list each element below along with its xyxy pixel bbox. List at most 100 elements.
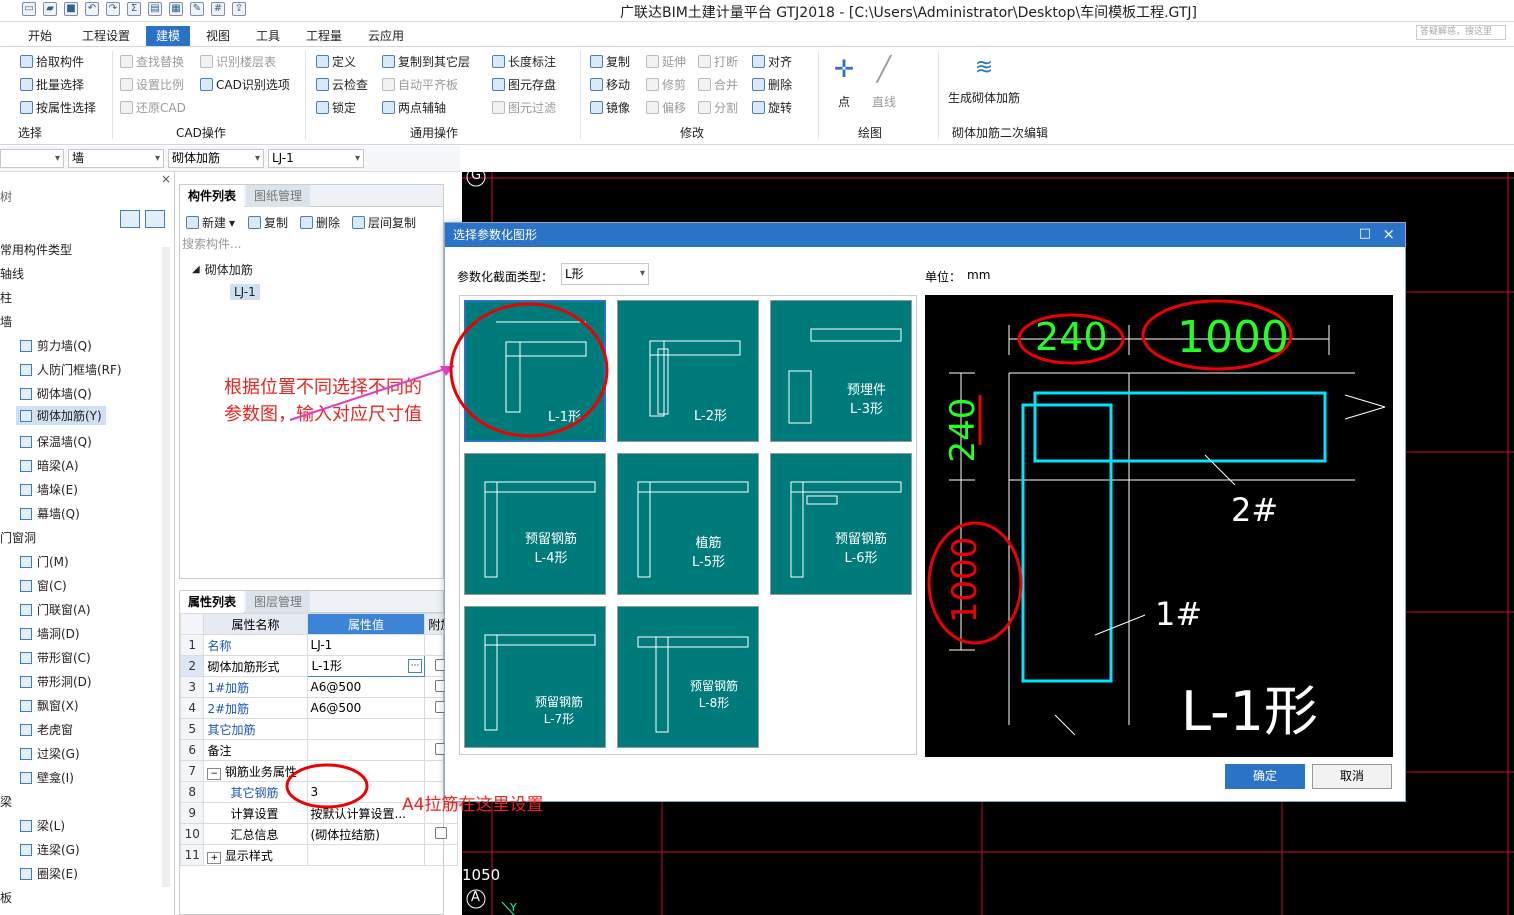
maximize-icon[interactable]: □ bbox=[1359, 226, 1371, 241]
tree-item-door-window[interactable]: 门联窗(A) bbox=[20, 601, 91, 618]
tab-view[interactable]: 视图 bbox=[196, 26, 240, 46]
new-file-icon[interactable]: ▭ bbox=[22, 2, 36, 16]
table-row[interactable]: 7− 钢筋业务属性 bbox=[179, 760, 458, 782]
delete-component-button[interactable]: 删除 bbox=[300, 214, 340, 231]
line-button[interactable]: ╱ 直线 bbox=[872, 55, 896, 110]
merge-button[interactable]: 合并 bbox=[698, 76, 738, 93]
common-group-label[interactable]: 通用操作 bbox=[410, 124, 458, 141]
component-search-input[interactable]: 搜索构件... bbox=[182, 235, 441, 253]
rotate-button[interactable]: 旋转 bbox=[752, 99, 792, 116]
tree-item-beam[interactable]: 梁(L) bbox=[20, 817, 65, 834]
tab-layer-management[interactable]: 图层管理 bbox=[246, 591, 311, 613]
shape-thumb-l2[interactable]: L-2形 bbox=[617, 300, 759, 442]
cloud-check-button[interactable]: 云检查 bbox=[316, 76, 368, 93]
select-by-property-button[interactable]: 按属性选择 bbox=[20, 99, 96, 116]
close-icon[interactable]: × bbox=[1382, 225, 1395, 243]
edit-icon[interactable]: ✎ bbox=[190, 2, 204, 16]
property-value[interactable]: L-1形 ··· bbox=[306, 655, 426, 677]
property-value[interactable]: LJ-1 bbox=[306, 634, 426, 656]
cad-options-button[interactable]: CAD识别选项 bbox=[200, 76, 290, 93]
tree-item-bay-window[interactable]: 飘窗(X) bbox=[20, 697, 79, 714]
tree-item-axis[interactable]: 轴线 bbox=[0, 265, 24, 282]
property-value[interactable] bbox=[306, 739, 426, 761]
tree-item-masonry-rebar[interactable]: 砌体加筋(Y) bbox=[16, 406, 106, 425]
section-type-select[interactable]: L形 bbox=[561, 263, 649, 285]
batch-select-button[interactable]: 批量选择 bbox=[20, 76, 84, 93]
generate-masonry-rebar-button[interactable]: ≋ 生成砌体加筋 bbox=[948, 55, 1020, 106]
shape-thumb-l8[interactable]: 预留钢筋 L-8形 bbox=[617, 606, 759, 748]
mirror-button[interactable]: 镜像 bbox=[590, 99, 630, 116]
attach-checkbox[interactable] bbox=[435, 826, 448, 839]
find-replace-button[interactable]: 查找替换 bbox=[120, 53, 184, 70]
tree-item-insulation-wall[interactable]: 保温墙(Q) bbox=[20, 433, 92, 450]
tree-item-coupling-beam[interactable]: 连梁(G) bbox=[20, 841, 80, 858]
tab-property-list[interactable]: 属性列表 bbox=[180, 591, 245, 613]
define-button[interactable]: 定义 bbox=[316, 53, 356, 70]
ellipsis-button[interactable]: ··· bbox=[407, 659, 423, 673]
tree-item-masonry-wall[interactable]: 砌体墙(Q) bbox=[20, 385, 92, 402]
split-button[interactable]: 分割 bbox=[698, 99, 738, 116]
tree-item-column[interactable]: 柱 bbox=[0, 289, 12, 306]
tree-item-openings[interactable]: 门窗洞 bbox=[0, 529, 36, 546]
tree-item-wall[interactable]: 墙 bbox=[0, 313, 12, 330]
extend-button[interactable]: 延伸 bbox=[646, 53, 686, 70]
tab-tools[interactable]: 工具 bbox=[246, 26, 290, 46]
tab-component-list[interactable]: 构件列表 bbox=[180, 185, 245, 207]
shape-thumb-l3[interactable]: 预埋件 L-3形 bbox=[770, 300, 912, 442]
tree-item-hidden-beam[interactable]: 暗梁(A) bbox=[20, 457, 79, 474]
tree-item-beam-group[interactable]: 梁 bbox=[0, 793, 12, 810]
tree-item-strip-window[interactable]: 带形窗(C) bbox=[20, 649, 91, 666]
redo-icon[interactable]: ↷ bbox=[106, 2, 120, 16]
restore-cad-button[interactable]: 还原CAD bbox=[120, 99, 186, 116]
tab-cloud[interactable]: 云应用 bbox=[358, 26, 414, 46]
table-row[interactable]: 1 名称 LJ-1 bbox=[179, 634, 458, 656]
open-folder-icon[interactable]: ▰ bbox=[43, 2, 57, 16]
calculator-icon[interactable]: ▦ bbox=[169, 2, 183, 16]
set-scale-button[interactable]: 设置比例 bbox=[120, 76, 184, 93]
table-row[interactable]: 3 1#加筋 A6@500 bbox=[179, 676, 458, 698]
shape-thumb-l4[interactable]: 预留钢筋 L-4形 bbox=[464, 453, 606, 595]
copy-to-other-floor-button[interactable]: 复制到其它层 bbox=[382, 53, 470, 70]
tree-item-common-types[interactable]: 常用构件类型 bbox=[0, 241, 72, 258]
component-select[interactable]: LJ-1 bbox=[268, 149, 364, 168]
type-select[interactable]: 砌体加筋 bbox=[168, 149, 264, 168]
tree-item-strip-hole[interactable]: 带形洞(D) bbox=[20, 673, 92, 690]
tree-item-door[interactable]: 门(M) bbox=[20, 553, 69, 570]
property-value[interactable] bbox=[306, 718, 426, 740]
modify-group-label[interactable]: 修改 bbox=[680, 124, 704, 141]
tab-project-settings[interactable]: 工程设置 bbox=[72, 26, 140, 46]
ok-button[interactable]: 确定 bbox=[1225, 764, 1305, 789]
delete-button[interactable]: 删除 bbox=[752, 76, 792, 93]
tab-modeling[interactable]: 建模 bbox=[146, 26, 191, 46]
help-search-input[interactable]: 答疑解惑，搜这里 bbox=[1416, 25, 1506, 40]
property-value[interactable]: (砌体拉结筋) bbox=[306, 823, 426, 845]
collapse-icon[interactable]: − bbox=[207, 767, 221, 780]
identify-floor-table-button[interactable]: 识别楼层表 bbox=[200, 53, 276, 70]
tree-item-ring-beam[interactable]: 圈梁(E) bbox=[20, 865, 78, 882]
shape-thumb-l1[interactable]: L-1形 bbox=[464, 300, 606, 442]
lock-button[interactable]: 锁定 bbox=[316, 99, 356, 116]
table-row[interactable]: 2 砌体加筋形式 L-1形 ··· bbox=[179, 655, 458, 677]
move-button[interactable]: 移动 bbox=[590, 76, 630, 93]
tree-scrollbar[interactable] bbox=[162, 247, 170, 887]
offset-button[interactable]: 偏移 bbox=[646, 99, 686, 116]
tab-quantity[interactable]: 工程量 bbox=[296, 26, 352, 46]
trim-button[interactable]: 修剪 bbox=[646, 76, 686, 93]
save-icon[interactable]: ■ bbox=[64, 2, 78, 16]
table-row[interactable]: 4 2#加筋 A6@500 bbox=[179, 697, 458, 719]
select-group-label[interactable]: 选择 bbox=[18, 124, 42, 141]
floor-select[interactable] bbox=[0, 149, 64, 168]
tree-item-slab[interactable]: 板 bbox=[0, 889, 12, 906]
shape-thumb-l7[interactable]: 预留钢筋 L-7形 bbox=[464, 606, 606, 748]
table-row[interactable]: 10 汇总信息 (砌体拉结筋) bbox=[179, 823, 458, 845]
tab-start[interactable]: 开始 bbox=[18, 26, 62, 46]
tree-item-lintel[interactable]: 过梁(G) bbox=[20, 745, 80, 762]
auto-align-slab-button[interactable]: 自动平齐板 bbox=[382, 76, 458, 93]
tree-item-shear-wall[interactable]: 剪力墙(Q) bbox=[20, 337, 92, 354]
tab-drawing-management[interactable]: 图纸管理 bbox=[246, 185, 311, 207]
tree-item-window[interactable]: 窗(C) bbox=[20, 577, 67, 594]
table-row[interactable]: 11 + 显示样式 bbox=[179, 844, 458, 866]
new-component-button[interactable]: 新建 ▾ bbox=[186, 214, 235, 231]
list-view-toggle[interactable] bbox=[120, 210, 165, 228]
copy-between-floors-button[interactable]: 层间复制 bbox=[352, 214, 416, 231]
